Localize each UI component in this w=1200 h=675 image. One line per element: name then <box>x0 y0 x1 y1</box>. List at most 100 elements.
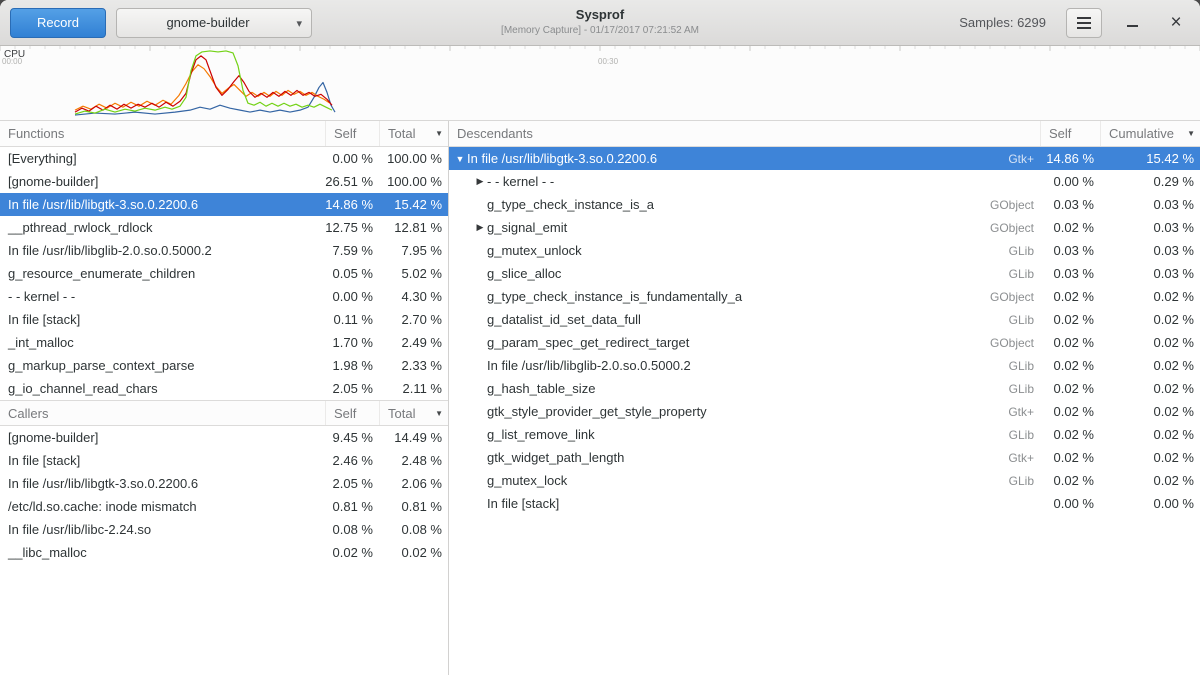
descendant-name: In file /usr/lib/libgtk-3.so.0.2200.6 <box>467 151 657 166</box>
descendant-name: In file /usr/lib/libglib-2.0.so.0.5000.2 <box>487 358 691 373</box>
descendant-name-cell: gtk_style_provider_get_style_property Gt… <box>487 404 1040 419</box>
function-self: 0.11 % <box>325 312 379 327</box>
descendants-panel: Descendants Self Cumulative ▼ ▼ In file … <box>448 121 1200 675</box>
close-button[interactable]: × <box>1162 9 1190 37</box>
descendant-row[interactable]: ▶ - - kernel - - 0.00 % 0.29 % <box>449 170 1200 193</box>
descendant-row[interactable]: g_mutex_lock GLib 0.02 % 0.02 % <box>449 469 1200 492</box>
descendant-row[interactable]: In file /usr/lib/libglib-2.0.so.0.5000.2… <box>449 354 1200 377</box>
function-self: 7.59 % <box>325 243 379 258</box>
descendant-name: g_slice_alloc <box>487 266 561 281</box>
descendant-cumulative: 0.02 % <box>1100 473 1200 488</box>
function-row[interactable]: - - kernel - - 0.00 % 4.30 % <box>0 285 448 308</box>
function-row[interactable]: g_markup_parse_context_parse 1.98 % 2.33… <box>0 354 448 377</box>
descendant-name-cell: g_type_check_instance_is_fundamentally_a… <box>487 289 1040 304</box>
descendant-row[interactable]: g_slice_alloc GLib 0.03 % 0.03 % <box>449 262 1200 285</box>
descendant-name: g_list_remove_link <box>487 427 595 442</box>
descendant-row[interactable]: g_hash_table_size GLib 0.02 % 0.02 % <box>449 377 1200 400</box>
caller-row[interactable]: In file /usr/lib/libc-2.24.so 0.08 % 0.0… <box>0 518 448 541</box>
cumulative-column-header[interactable]: Cumulative ▼ <box>1100 121 1200 146</box>
function-row[interactable]: __pthread_rwlock_rdlock 12.75 % 12.81 % <box>0 216 448 239</box>
descendant-cumulative: 0.03 % <box>1100 266 1200 281</box>
descendant-row[interactable]: ▼ In file /usr/lib/libgtk-3.so.0.2200.6 … <box>449 147 1200 170</box>
descendant-row[interactable]: In file [stack] 0.00 % 0.00 % <box>449 492 1200 515</box>
functions-table: Functions Self Total ▼ [Everything] 0.00… <box>0 121 448 400</box>
callers-column-header[interactable]: Callers <box>0 401 325 425</box>
expander-icon[interactable]: ▶ <box>473 222 487 233</box>
caller-row[interactable]: /etc/ld.so.cache: inode mismatch 0.81 % … <box>0 495 448 518</box>
caller-self: 2.05 % <box>325 476 379 491</box>
function-self: 0.05 % <box>325 266 379 281</box>
descendants-column-header[interactable]: Descendants <box>449 121 1040 146</box>
function-name: [Everything] <box>0 151 325 166</box>
close-icon: × <box>1170 13 1181 32</box>
samples-count: Samples: 6299 <box>959 15 1046 30</box>
function-row[interactable]: [Everything] 0.00 % 100.00 % <box>0 147 448 170</box>
descendants-rows: ▼ In file /usr/lib/libgtk-3.so.0.2200.6 … <box>449 147 1200 515</box>
caller-total: 14.49 % <box>379 430 448 445</box>
descendant-row[interactable]: g_param_spec_get_redirect_target GObject… <box>449 331 1200 354</box>
caller-row[interactable]: __libc_malloc 0.02 % 0.02 % <box>0 541 448 564</box>
function-self: 2.05 % <box>325 381 379 396</box>
descendant-row[interactable]: gtk_style_provider_get_style_property Gt… <box>449 400 1200 423</box>
caller-self: 2.46 % <box>325 453 379 468</box>
total-column-header[interactable]: Total ▼ <box>379 401 448 425</box>
self-column-header[interactable]: Self <box>325 401 379 425</box>
process-selector-label: gnome-builder <box>129 15 287 30</box>
function-row[interactable]: _int_malloc 1.70 % 2.49 % <box>0 331 448 354</box>
function-row[interactable]: In file /usr/lib/libglib-2.0.so.0.5000.2… <box>0 239 448 262</box>
minimize-button[interactable] <box>1118 9 1146 37</box>
caller-row[interactable]: In file /usr/lib/libgtk-3.so.0.2200.6 2.… <box>0 472 448 495</box>
descendant-row[interactable]: g_mutex_unlock GLib 0.03 % 0.03 % <box>449 239 1200 262</box>
descendant-self: 0.03 % <box>1040 197 1100 212</box>
descendant-library-tag: GLib <box>997 474 1034 488</box>
cpu-graph-area[interactable]: CPU 00:00 00:30 <box>0 46 1200 121</box>
function-total: 15.42 % <box>379 197 448 212</box>
descendant-name: - - kernel - - <box>487 174 554 189</box>
descendant-name: g_mutex_lock <box>487 473 567 488</box>
descendant-row[interactable]: g_type_check_instance_is_a GObject 0.03 … <box>449 193 1200 216</box>
descendant-row[interactable]: g_type_check_instance_is_fundamentally_a… <box>449 285 1200 308</box>
expander-icon[interactable]: ▶ <box>473 176 487 187</box>
descendant-row[interactable]: ▶ g_signal_emit GObject 0.02 % 0.03 % <box>449 216 1200 239</box>
self-column-header[interactable]: Self <box>1040 121 1100 146</box>
function-self: 0.00 % <box>325 289 379 304</box>
descendant-cumulative: 0.03 % <box>1100 220 1200 235</box>
caller-row[interactable]: [gnome-builder] 9.45 % 14.49 % <box>0 426 448 449</box>
descendant-cumulative: 15.42 % <box>1100 151 1200 166</box>
function-self: 1.98 % <box>325 358 379 373</box>
total-column-header[interactable]: Total ▼ <box>379 121 448 146</box>
descendant-row[interactable]: g_list_remove_link GLib 0.02 % 0.02 % <box>449 423 1200 446</box>
functions-rows: [Everything] 0.00 % 100.00 % [gnome-buil… <box>0 147 448 400</box>
function-row[interactable]: g_resource_enumerate_children 0.05 % 5.0… <box>0 262 448 285</box>
process-selector-dropdown[interactable]: gnome-builder ▾ <box>116 8 312 38</box>
descendant-row[interactable]: g_datalist_id_set_data_full GLib 0.02 % … <box>449 308 1200 331</box>
caller-name: In file [stack] <box>0 453 325 468</box>
descendant-name: g_type_check_instance_is_a <box>487 197 654 212</box>
descendant-row[interactable]: gtk_widget_path_length Gtk+ 0.02 % 0.02 … <box>449 446 1200 469</box>
function-row[interactable]: In file /usr/lib/libgtk-3.so.0.2200.6 14… <box>0 193 448 216</box>
function-row[interactable]: g_io_channel_read_chars 2.05 % 2.11 % <box>0 377 448 400</box>
function-row[interactable]: [gnome-builder] 26.51 % 100.00 % <box>0 170 448 193</box>
menu-button[interactable] <box>1066 8 1102 38</box>
functions-column-header[interactable]: Functions <box>0 121 325 146</box>
caller-total: 0.02 % <box>379 545 448 560</box>
descendant-name: g_type_check_instance_is_fundamentally_a <box>487 289 742 304</box>
record-button[interactable]: Record <box>10 8 106 38</box>
descendant-library-tag: GLib <box>997 244 1034 258</box>
caller-self: 0.81 % <box>325 499 379 514</box>
caller-row[interactable]: In file [stack] 2.46 % 2.48 % <box>0 449 448 472</box>
sort-arrow-icon: ▼ <box>1187 129 1195 138</box>
expander-icon[interactable]: ▼ <box>453 154 467 164</box>
function-self: 14.86 % <box>325 197 379 212</box>
descendant-self: 14.86 % <box>1040 151 1100 166</box>
hamburger-icon <box>1077 17 1091 29</box>
descendant-self: 0.02 % <box>1040 220 1100 235</box>
descendant-library-tag: GObject <box>978 198 1034 212</box>
descendant-self: 0.02 % <box>1040 289 1100 304</box>
function-total: 2.70 % <box>379 312 448 327</box>
function-row[interactable]: In file [stack] 0.11 % 2.70 % <box>0 308 448 331</box>
caller-name: [gnome-builder] <box>0 430 325 445</box>
function-total: 2.11 % <box>379 381 448 396</box>
callers-header-row: Callers Self Total ▼ <box>0 400 448 426</box>
self-column-header[interactable]: Self <box>325 121 379 146</box>
